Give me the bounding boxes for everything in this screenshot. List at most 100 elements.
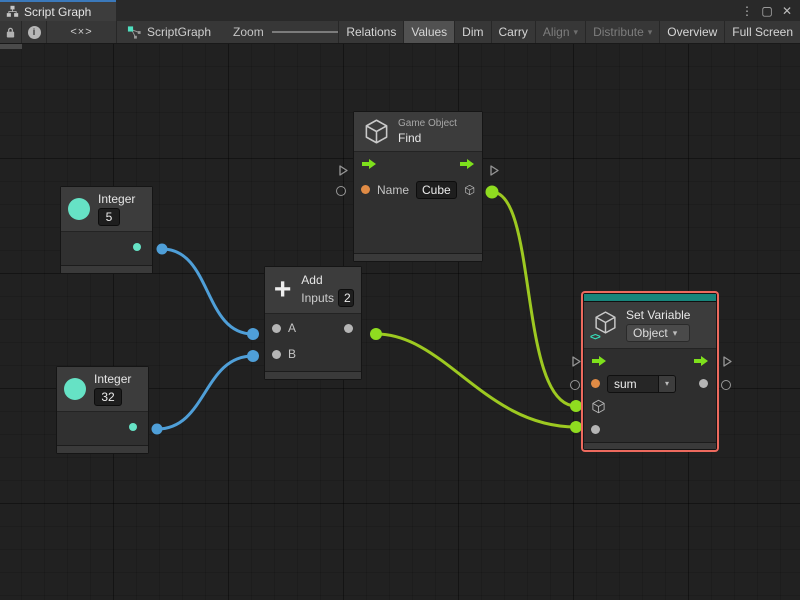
tab-title: Script Graph: [24, 4, 92, 19]
inputs-label: Inputs: [301, 291, 334, 305]
lock-icon: [6, 27, 15, 38]
script-graph-icon: [127, 25, 141, 39]
node-title: Integer: [94, 372, 132, 386]
find-flow-in-port[interactable]: [337, 164, 349, 177]
info-button[interactable]: i: [22, 21, 47, 43]
find-flow-out-port[interactable]: [488, 164, 500, 177]
chevron-down-icon: ▾: [647, 26, 653, 37]
code-preview-button[interactable]: <×>: [47, 21, 117, 43]
node-footer: [61, 265, 152, 273]
flow-out-arrow-icon[interactable]: [459, 158, 475, 170]
toolbar-button-values[interactable]: Values: [403, 21, 455, 43]
button-label: Dim: [462, 25, 484, 39]
node-title: Set Variable: [626, 308, 691, 322]
toolbar-button-carry[interactable]: Carry: [490, 21, 535, 43]
find-value-in-port[interactable]: [336, 186, 346, 196]
maximize-icon: ▢: [761, 3, 773, 18]
node-integer-1[interactable]: Integer 5: [60, 186, 153, 274]
setvar-value-in-port[interactable]: [570, 380, 580, 390]
setvar-flow-out-port[interactable]: [721, 355, 733, 368]
node-footer: [584, 442, 716, 449]
graph-name: ScriptGraph: [147, 25, 212, 39]
graph-hierarchy-icon: [6, 5, 19, 17]
name-label: Name: [377, 182, 410, 197]
variable-code-icon: <>: [590, 332, 601, 343]
node-footer: [57, 445, 148, 453]
integer-value-field[interactable]: 5: [98, 208, 120, 226]
graph-canvas[interactable]: Integer 5 Integer 32 + Add Inputs 2 A B …: [0, 44, 800, 600]
close-icon: ✕: [781, 3, 793, 18]
graph-breadcrumb[interactable]: ScriptGraph: [117, 21, 221, 43]
node-header[interactable]: Integer 32: [57, 367, 148, 412]
toolbar-button-align[interactable]: Align ▾: [534, 21, 586, 43]
button-label: Carry: [498, 25, 528, 39]
button-label: Overview: [667, 25, 718, 39]
port-label: A: [288, 321, 297, 335]
button-label: Full Screen: [732, 25, 793, 39]
variable-value-input-port[interactable]: [591, 425, 600, 434]
setvar-value-out-port[interactable]: [721, 380, 731, 390]
add-output-port[interactable]: [344, 323, 353, 333]
window-menu-button[interactable]: ⋮: [738, 2, 756, 20]
node-gameobject-find[interactable]: Game Object Find Name Cube: [353, 111, 483, 262]
variable-name-input-port[interactable]: [591, 379, 600, 388]
gameobject-output-icon[interactable]: [464, 182, 475, 198]
flow-in-arrow-icon[interactable]: [591, 355, 607, 367]
port-label: B: [288, 347, 297, 361]
node-set-variable[interactable]: <> Set Variable Object ▾ sum ▾: [583, 293, 717, 450]
info-icon: i: [27, 25, 41, 39]
add-input-a-port[interactable]: [272, 323, 281, 333]
flow-out-arrow-icon[interactable]: [693, 355, 709, 367]
variable-output-port[interactable]: [699, 379, 708, 388]
chevron-down-icon: ▾: [672, 328, 678, 338]
toolbar-button-fullscreen[interactable]: Full Screen: [724, 21, 800, 43]
variable-kind-label: Object: [633, 326, 668, 340]
menu-icon: ⋮: [741, 3, 753, 18]
button-label: Align: [542, 25, 570, 39]
node-header[interactable]: + Add Inputs 2: [265, 267, 361, 314]
button-label: Relations: [346, 25, 397, 39]
variable-name-value[interactable]: sum: [607, 374, 659, 393]
toolbar-button-dim[interactable]: Dim: [454, 21, 491, 43]
object-target-port-icon[interactable]: [591, 399, 606, 414]
node-integer-2[interactable]: Integer 32: [56, 366, 149, 454]
add-input-b-port[interactable]: [272, 349, 281, 359]
toolbar-button-overview[interactable]: Overview: [659, 21, 725, 43]
chevron-down-icon: ▾: [573, 26, 579, 37]
node-header[interactable]: <> Set Variable Object ▾: [584, 302, 716, 349]
button-label: Values: [411, 25, 448, 39]
inputs-count-field[interactable]: 2: [338, 289, 354, 307]
toolbar-button-distribute[interactable]: Distribute ▾: [585, 21, 660, 43]
name-value-field[interactable]: Cube: [416, 180, 457, 199]
node-title: Add: [301, 273, 323, 287]
node-footer: [265, 371, 361, 379]
find-name-input-port[interactable]: [361, 185, 370, 194]
variable-name-dropdown-button[interactable]: ▾: [659, 374, 676, 393]
variable-kind-dropdown[interactable]: Object ▾: [626, 324, 691, 342]
gameobject-cube-icon: [363, 118, 390, 145]
chevron-down-icon: ▾: [664, 379, 669, 388]
button-label: Distribute: [593, 25, 644, 39]
node-add[interactable]: + Add Inputs 2 A B: [264, 266, 362, 380]
integer-value-field[interactable]: 32: [94, 388, 122, 406]
window-titlebar: Script Graph ⋮ ▢ ✕: [0, 0, 800, 21]
node-title: Integer: [98, 192, 136, 206]
integer-output-port[interactable]: [129, 423, 137, 431]
tab-script-graph[interactable]: Script Graph: [0, 0, 116, 21]
integer-type-icon: [68, 198, 90, 220]
integer-type-icon: [64, 378, 86, 400]
toolbar-button-relations[interactable]: Relations: [338, 21, 404, 43]
flow-in-arrow-icon[interactable]: [361, 158, 377, 170]
scrollbar-nub: [0, 44, 22, 49]
code-icon: <×>: [70, 26, 93, 38]
node-header[interactable]: Game Object Find: [354, 112, 482, 152]
maximize-button[interactable]: ▢: [758, 2, 776, 20]
zoom-label: Zoom: [233, 25, 264, 39]
lock-button[interactable]: [0, 21, 22, 43]
setvar-flow-in-port[interactable]: [570, 355, 582, 368]
integer-output-port[interactable]: [133, 243, 141, 251]
node-header[interactable]: Integer 5: [61, 187, 152, 232]
variable-name-select[interactable]: sum ▾: [607, 374, 676, 393]
close-button[interactable]: ✕: [778, 2, 796, 20]
node-title: Find: [398, 131, 422, 145]
